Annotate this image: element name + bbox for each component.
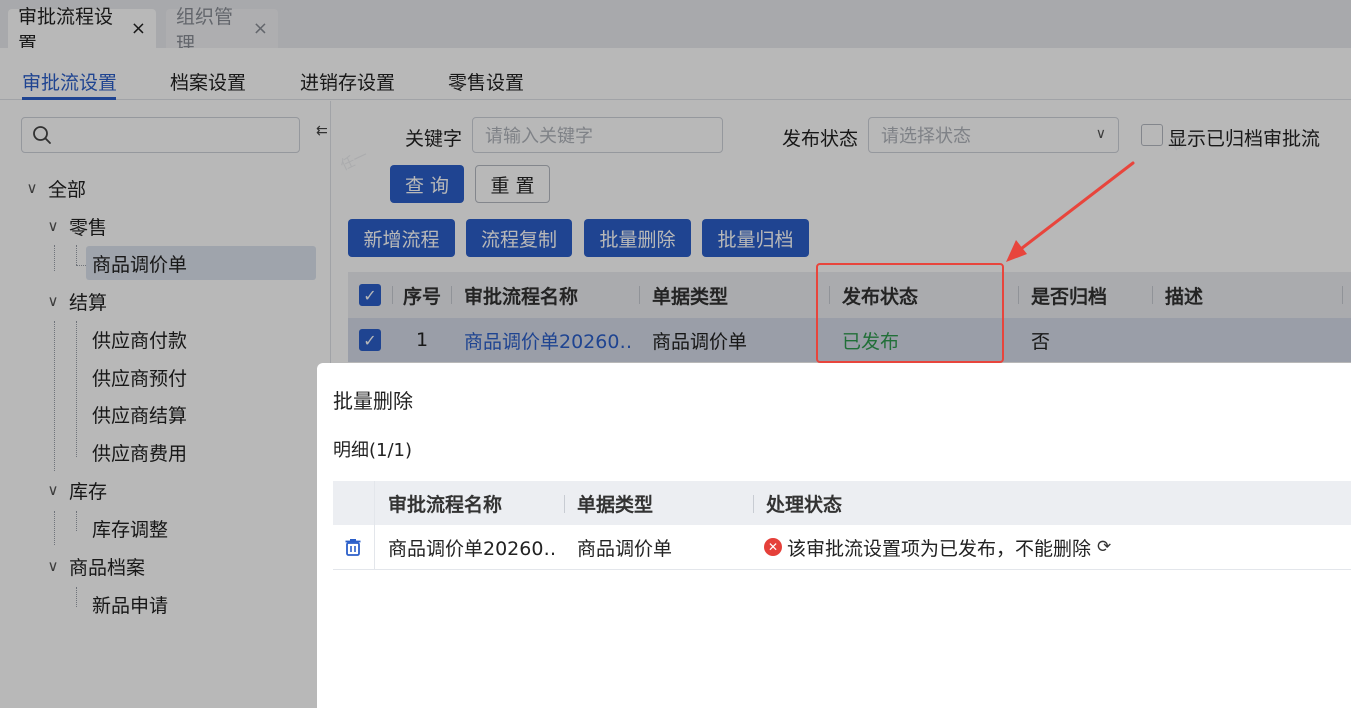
trash-icon[interactable]: [343, 525, 363, 569]
dialog-col-flow-name: 审批流程名称: [388, 493, 503, 516]
dialog-row-result: ✕ 该审批流设置项为已发布，不能删除 ⟳: [764, 525, 1111, 569]
dialog-row-result-text: 该审批流设置项为已发布，不能删除: [787, 537, 1092, 560]
retry-icon[interactable]: ⟳: [1097, 537, 1111, 557]
error-icon: ✕: [764, 538, 782, 556]
dialog-col-result: 处理状态: [766, 493, 843, 516]
dialog-title: 批量删除: [333, 389, 413, 413]
dialog-col-doc-type: 单据类型: [577, 493, 654, 516]
dialog-row-doc-type: 商品调价单: [577, 537, 673, 560]
batch-delete-dialog: 批量删除 明细(1/1) 审批流程名称 单据类型 处理状态 商品调价单20260…: [317, 363, 1351, 708]
annotation-highlight-box: [816, 263, 1004, 363]
dialog-row-flow-name: 商品调价单20260…: [388, 537, 558, 560]
dialog-table-row: 商品调价单20260… 商品调价单 ✕ 该审批流设置项为已发布，不能删除 ⟳: [333, 525, 1351, 570]
dialog-detail-count: 明细(1/1): [333, 440, 413, 461]
dialog-table-header: 审批流程名称 单据类型 处理状态: [333, 481, 1351, 525]
